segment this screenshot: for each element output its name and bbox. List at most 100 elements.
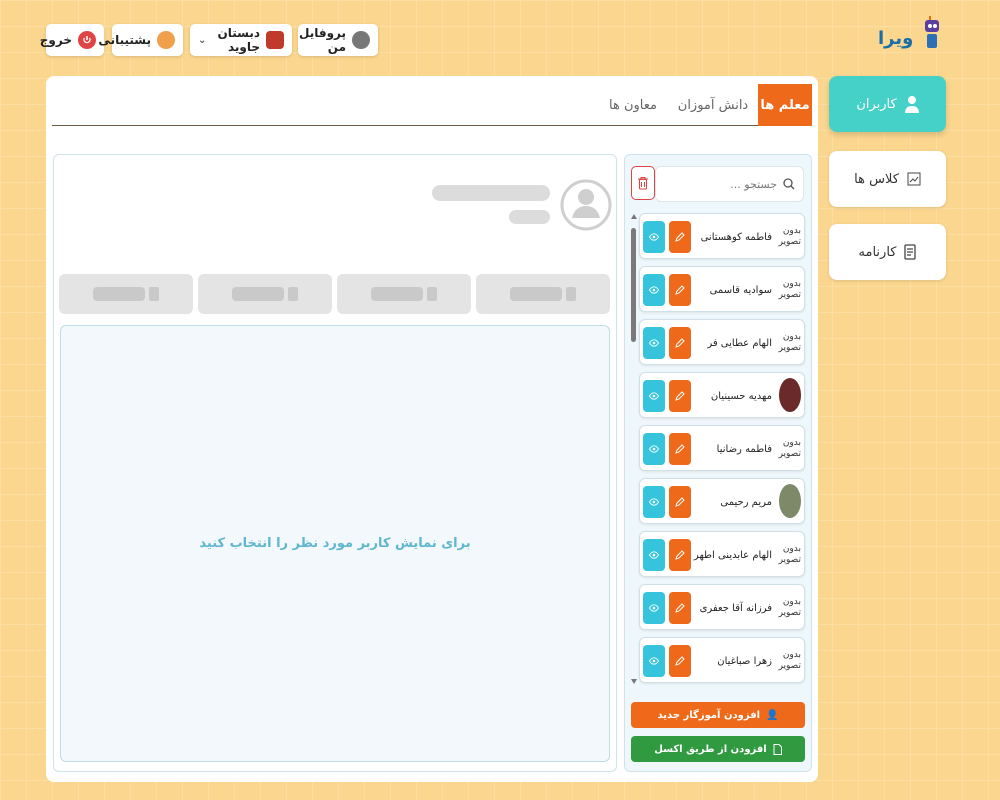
view-user-button[interactable] bbox=[643, 380, 665, 412]
search-icon bbox=[783, 178, 795, 190]
tab-deputies[interactable]: معاون ها bbox=[598, 84, 668, 126]
nav-reportcard-label: کارنامه bbox=[858, 244, 897, 260]
nav-classes[interactable]: کلاس ها bbox=[829, 151, 946, 207]
trash-icon bbox=[638, 176, 648, 190]
pencil-icon bbox=[675, 285, 685, 295]
user-list-item[interactable]: مریم رحیمی bbox=[639, 478, 805, 524]
view-user-button[interactable] bbox=[643, 486, 665, 518]
logout-button[interactable]: خروج bbox=[40, 24, 104, 56]
profile-label: پروفایل من bbox=[298, 26, 346, 54]
support-label: پشتیبانی bbox=[98, 33, 151, 47]
profile-avatar-icon bbox=[352, 31, 370, 49]
edit-user-button[interactable] bbox=[669, 380, 691, 412]
view-user-button[interactable] bbox=[643, 274, 665, 306]
edit-user-button[interactable] bbox=[669, 327, 691, 359]
chevron-down-icon: ⌄ bbox=[198, 34, 207, 46]
no-photo-label: بدون تصویر bbox=[778, 597, 801, 618]
search-box bbox=[655, 166, 804, 202]
user-avatar-placeholder-icon bbox=[560, 179, 612, 231]
tab-students[interactable]: دانش آموزان bbox=[668, 84, 758, 126]
detail-content-area: برای نمایش کاربر مورد نظر را انتخاب کنید bbox=[60, 325, 610, 762]
user-name: سوادیه قاسمی bbox=[709, 284, 772, 296]
support-button[interactable]: پشتیبانی bbox=[98, 24, 183, 56]
user-list-item[interactable]: بدون تصویر زهرا صباغیان bbox=[639, 637, 805, 683]
user-name: زهرا صباغیان bbox=[717, 655, 772, 667]
user-list-item[interactable]: بدون تصویر فاطمه کوهستانی bbox=[639, 213, 805, 259]
add-excel-label: افزودن از طریق اکسل bbox=[654, 743, 767, 755]
no-photo-label: بدون تصویر bbox=[778, 226, 801, 247]
scroll-up-arrow-icon[interactable] bbox=[631, 214, 637, 219]
user-name: الهام عابدینی اطهر bbox=[693, 549, 772, 561]
stat-placeholder-4 bbox=[59, 274, 193, 314]
eye-icon bbox=[649, 657, 659, 665]
edit-user-button[interactable] bbox=[669, 274, 691, 306]
eye-icon bbox=[649, 604, 659, 612]
nav-reportcard[interactable]: کارنامه bbox=[829, 224, 946, 280]
user-name: مریم رحیمی bbox=[720, 496, 772, 508]
nav-users-label: کاربران bbox=[856, 96, 897, 112]
eye-icon bbox=[649, 551, 659, 559]
add-teacher-button[interactable]: 👤 افزودن آموزگار جدید bbox=[631, 702, 805, 728]
edit-user-button[interactable] bbox=[669, 486, 691, 518]
view-user-button[interactable] bbox=[643, 221, 665, 253]
delete-button[interactable] bbox=[631, 166, 655, 200]
school-logo-icon bbox=[266, 31, 284, 49]
eye-icon bbox=[649, 498, 659, 506]
logout-label: خروج bbox=[39, 33, 72, 47]
edit-user-button[interactable] bbox=[669, 645, 691, 677]
user-name: فرزانه آقا جعفری bbox=[699, 602, 772, 614]
name-placeholder-bar bbox=[432, 185, 550, 201]
user-photo bbox=[779, 378, 801, 412]
no-photo-label: بدون تصویر bbox=[778, 650, 801, 671]
stat-placeholder-2 bbox=[337, 274, 471, 314]
add-teacher-label: افزودن آموزگار جدید bbox=[657, 709, 761, 721]
user-list-item[interactable]: مهدیه حسینیان bbox=[639, 372, 805, 418]
school-selector[interactable]: دبستان جاوید ⌄ bbox=[190, 24, 292, 56]
view-user-button[interactable] bbox=[643, 433, 665, 465]
user-type-tabs: معلم ها دانش آموزان معاون ها bbox=[52, 84, 812, 126]
view-user-button[interactable] bbox=[643, 539, 665, 571]
edit-user-button[interactable] bbox=[669, 539, 691, 571]
user-list-item[interactable]: بدون تصویر الهام عطایی فر bbox=[639, 319, 805, 365]
no-photo-label: بدون تصویر bbox=[778, 438, 801, 459]
nav-classes-label: کلاس ها bbox=[854, 171, 899, 187]
empty-state-message: برای نمایش کاربر مورد نظر را انتخاب کنید bbox=[199, 536, 471, 551]
scroll-down-arrow-icon[interactable] bbox=[631, 679, 637, 684]
search-input[interactable] bbox=[667, 177, 777, 191]
pencil-icon bbox=[675, 603, 685, 613]
view-user-button[interactable] bbox=[643, 327, 665, 359]
nav-users[interactable]: کاربران bbox=[829, 76, 946, 132]
eye-icon bbox=[649, 392, 659, 400]
user-list-item[interactable]: بدون تصویر فرزانه آقا جعفری bbox=[639, 584, 805, 630]
pencil-icon bbox=[675, 550, 685, 560]
user-list-item[interactable]: بدون تصویر الهام عابدینی اطهر bbox=[639, 531, 805, 577]
eye-icon bbox=[649, 286, 659, 294]
edit-user-button[interactable] bbox=[669, 433, 691, 465]
eye-icon bbox=[649, 233, 659, 241]
view-user-button[interactable] bbox=[643, 592, 665, 624]
add-from-excel-button[interactable]: افزودن از طریق اکسل bbox=[631, 736, 805, 762]
pencil-icon bbox=[675, 338, 685, 348]
no-photo-label: بدون تصویر bbox=[778, 332, 801, 353]
logo-text: ویرا bbox=[878, 28, 914, 49]
user-name: فاطمه کوهستانی bbox=[700, 231, 772, 243]
tab-teachers[interactable]: معلم ها bbox=[758, 84, 812, 126]
view-user-button[interactable] bbox=[643, 645, 665, 677]
user-list-scrollbar[interactable] bbox=[631, 214, 637, 684]
edit-user-button[interactable] bbox=[669, 221, 691, 253]
user-list-item[interactable]: بدون تصویر سوادیه قاسمی bbox=[639, 266, 805, 312]
school-label: دبستان جاوید bbox=[217, 26, 260, 54]
user-list-item[interactable]: بدون تصویر فاطمه رضانیا bbox=[639, 425, 805, 471]
user-name: الهام عطایی فر bbox=[707, 337, 772, 349]
user-name: مهدیه حسینیان bbox=[710, 390, 772, 402]
pencil-icon bbox=[675, 232, 685, 242]
scroll-thumb[interactable] bbox=[631, 228, 636, 342]
pencil-icon bbox=[675, 497, 685, 507]
stat-placeholder-1 bbox=[476, 274, 610, 314]
no-photo-label: بدون تصویر bbox=[778, 544, 801, 565]
robot-mascot-icon bbox=[925, 16, 939, 48]
profile-button[interactable]: پروفایل من bbox=[298, 24, 378, 56]
pencil-icon bbox=[675, 391, 685, 401]
role-placeholder-bar bbox=[509, 210, 550, 224]
edit-user-button[interactable] bbox=[669, 592, 691, 624]
